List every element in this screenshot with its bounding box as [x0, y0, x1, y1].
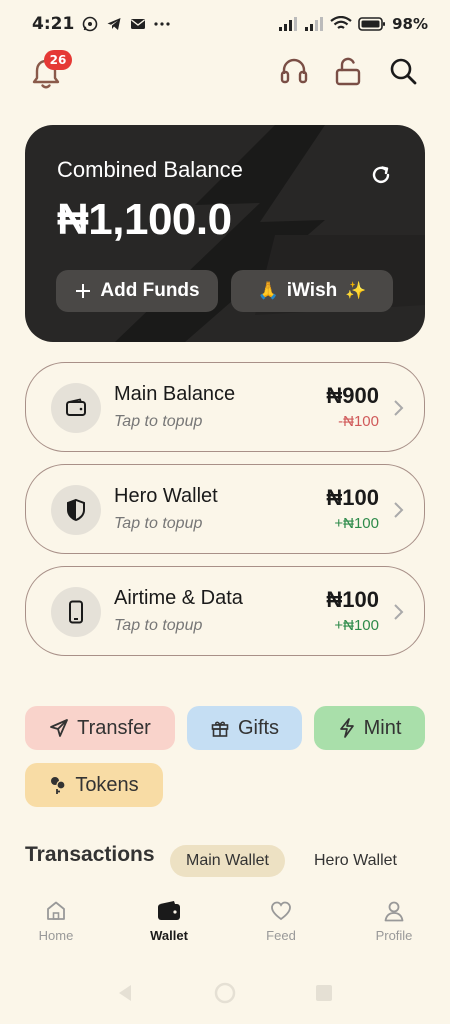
chevron-right-icon	[394, 604, 404, 620]
bolt-icon	[339, 718, 354, 738]
pray-icon: 🙏	[257, 281, 279, 300]
status-left: 4:21	[32, 14, 170, 34]
search-icon	[390, 58, 417, 85]
gift-icon	[211, 721, 229, 737]
status-bar: 4:21 98%	[0, 0, 450, 48]
search-button[interactable]	[388, 56, 418, 86]
status-time: 4:21	[32, 14, 75, 34]
iwish-label: iWish	[286, 280, 338, 301]
whatsapp-icon	[82, 16, 98, 32]
wallet-amount: ₦100	[326, 485, 379, 510]
card-title: Combined Balance	[57, 157, 243, 182]
wallet-change: +₦100	[334, 617, 379, 634]
notification-badge: 26	[44, 50, 72, 70]
refresh-icon	[372, 166, 390, 184]
chevron-right-icon	[394, 502, 404, 518]
signal-icon-2	[304, 16, 324, 32]
nav-profile[interactable]: Profile	[354, 900, 434, 943]
wallet-change: +₦100	[334, 515, 379, 532]
mint-label: Mint	[363, 716, 402, 739]
home-circle-icon[interactable]	[214, 982, 236, 1004]
battery-icon	[358, 16, 386, 32]
nav-wallet[interactable]: Wallet	[129, 900, 209, 943]
mint-button[interactable]: Mint	[314, 706, 425, 750]
top-bar: 26	[0, 48, 450, 94]
wifi-icon	[330, 16, 352, 32]
phone-icon	[69, 600, 83, 624]
user-icon	[384, 901, 404, 922]
wallet-name: Airtime & Data	[114, 587, 243, 609]
nav-home[interactable]: Home	[16, 900, 96, 943]
coins-icon	[51, 777, 66, 794]
wallet-row-main-balance[interactable]: Main Balance Tap to topup ₦900 -₦100	[25, 362, 425, 452]
wallet-icon-container	[51, 485, 101, 535]
nav-wallet-label: Wallet	[150, 928, 188, 943]
chevron-right-icon	[394, 400, 404, 416]
nav-feed[interactable]: Feed	[241, 900, 321, 943]
home-icon	[47, 901, 65, 920]
add-funds-label: Add Funds	[100, 280, 200, 301]
shield-icon	[67, 498, 85, 522]
gifts-label: Gifts	[237, 716, 280, 739]
wallet-icon	[66, 398, 86, 416]
transfer-button[interactable]: Transfer	[25, 706, 175, 750]
unlock-icon	[335, 57, 361, 86]
wallet-row-airtime-data[interactable]: Airtime & Data Tap to topup ₦100 +₦100	[25, 566, 425, 656]
gifts-button[interactable]: Gifts	[187, 706, 302, 750]
back-icon[interactable]	[115, 983, 135, 1003]
wallet-subtitle: Tap to topup	[114, 413, 203, 430]
mail-icon	[130, 17, 146, 31]
more-icon	[154, 21, 170, 27]
status-right: 98%	[278, 15, 428, 33]
wallet-row-hero-wallet[interactable]: Hero Wallet Tap to topup ₦100 +₦100	[25, 464, 425, 554]
tokens-label: Tokens	[75, 773, 139, 796]
lock-button[interactable]	[333, 56, 363, 86]
transactions-title: Transactions	[25, 843, 155, 866]
wallet-name: Hero Wallet	[114, 485, 218, 507]
add-funds-button[interactable]: Add Funds	[56, 270, 218, 312]
wallet-icon-container	[51, 383, 101, 433]
heart-icon	[271, 901, 291, 921]
wallet-icon	[158, 901, 180, 920]
tab-main-wallet[interactable]: Main Wallet	[170, 845, 285, 877]
wallet-amount: ₦100	[326, 587, 379, 612]
support-button[interactable]	[279, 56, 309, 86]
notifications-button[interactable]: 26	[30, 50, 72, 92]
tab-hero-wallet[interactable]: Hero Wallet	[298, 845, 413, 877]
nav-profile-label: Profile	[375, 928, 413, 943]
system-nav-bar	[0, 960, 450, 1024]
refresh-button[interactable]	[369, 163, 393, 187]
battery-text: 98%	[392, 15, 428, 33]
telegram-icon	[106, 16, 122, 32]
plus-icon	[76, 284, 91, 298]
recents-icon[interactable]	[315, 984, 333, 1002]
signal-icon	[278, 16, 298, 32]
iwish-button[interactable]: 🙏 iWish ✨	[231, 270, 393, 312]
bottom-nav: Home Wallet Feed Profile	[0, 890, 450, 956]
wallet-change: -₦100	[338, 413, 379, 430]
nav-home-label: Home	[38, 928, 74, 943]
headset-icon	[280, 58, 308, 84]
wallet-icon-container	[51, 587, 101, 637]
combined-balance-card: Combined Balance ₦1,100.0 Add Funds 🙏 iW…	[25, 125, 425, 342]
nav-feed-label: Feed	[266, 928, 296, 943]
combined-balance-amount: ₦1,100.0	[57, 195, 232, 244]
wallet-subtitle: Tap to topup	[114, 617, 203, 634]
tokens-button[interactable]: Tokens	[25, 763, 163, 807]
wallet-subtitle: Tap to topup	[114, 515, 203, 532]
wallet-name: Main Balance	[114, 383, 236, 405]
send-icon	[50, 719, 69, 737]
transfer-label: Transfer	[77, 716, 151, 739]
sparkles-icon: ✨	[345, 281, 367, 300]
wallet-amount: ₦900	[326, 383, 379, 408]
